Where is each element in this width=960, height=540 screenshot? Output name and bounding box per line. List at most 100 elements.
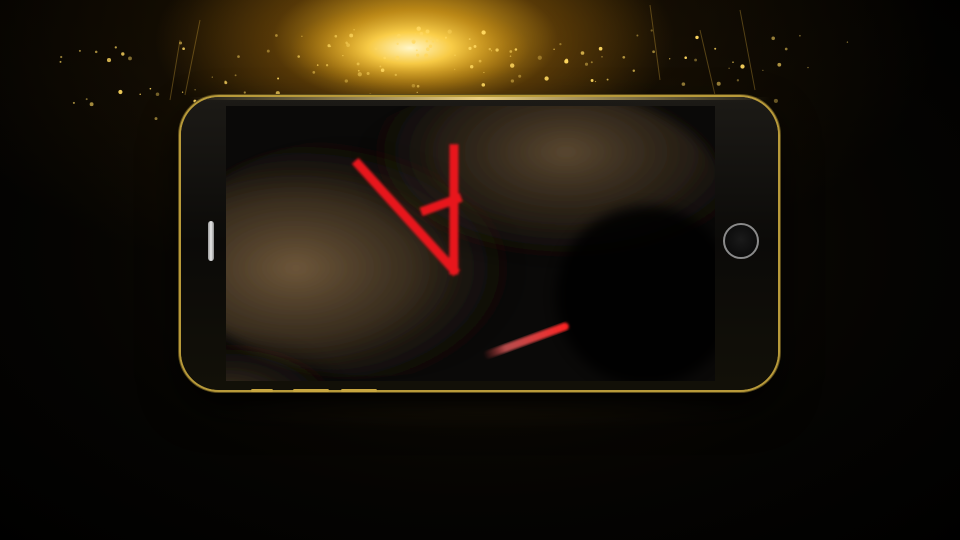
- gold-particle: [379, 65, 382, 68]
- gold-particle: [106, 58, 112, 63]
- gold-particle: [275, 91, 280, 96]
- gold-particle: [681, 82, 686, 86]
- gold-particle: [509, 50, 513, 53]
- gold-particle: [416, 91, 418, 94]
- gold-particle: [346, 43, 350, 47]
- gold-particle: [334, 34, 338, 38]
- gold-particle: [155, 92, 160, 96]
- gold-particle: [353, 29, 355, 31]
- gold-particle: [419, 31, 424, 36]
- gold-particle: [312, 71, 316, 74]
- gold-particle: [369, 93, 372, 96]
- gold-particle: [606, 78, 609, 81]
- gold-particle: [773, 98, 778, 103]
- gold-particle: [357, 72, 362, 77]
- gold-particle: [194, 89, 196, 91]
- gold-particle: [224, 81, 228, 85]
- gold-particle: [728, 67, 730, 70]
- gold-particle: [714, 47, 717, 50]
- gold-particle: [411, 84, 416, 88]
- gold-particle: [784, 47, 788, 51]
- gold-particle: [777, 62, 782, 67]
- gold-particle: [799, 34, 801, 37]
- gold-particle: [277, 77, 280, 80]
- gold-particle: [89, 102, 94, 107]
- gold-particle: [483, 71, 485, 74]
- gold-particle: [590, 79, 594, 82]
- gold-particle: [762, 69, 764, 71]
- gold-particle: [694, 58, 698, 62]
- gold-particle: [266, 49, 270, 53]
- gold-particle: [356, 62, 360, 66]
- gold-particle: [243, 91, 246, 94]
- gold-particle: [468, 38, 471, 41]
- gold-particle: [325, 64, 329, 67]
- gold-particle: [447, 29, 452, 34]
- gold-particle: [740, 64, 745, 69]
- gold-particle: [598, 46, 603, 51]
- gold-particle: [428, 44, 433, 48]
- gold-particle: [716, 81, 721, 86]
- gold-particle: [454, 68, 456, 71]
- gold-particle: [415, 49, 418, 52]
- gold-particle: [396, 42, 399, 45]
- side-button: [251, 389, 273, 392]
- gold-particle: [78, 49, 81, 52]
- gold-particle: [518, 74, 522, 78]
- gold-particle: [411, 39, 416, 44]
- gold-particle: [234, 74, 237, 77]
- volume-up-button: [293, 389, 329, 392]
- screen-video-frame: [226, 106, 715, 381]
- gold-particle: [684, 56, 687, 59]
- gold-particle: [584, 62, 589, 66]
- gold-particle: [510, 63, 515, 68]
- reflection-glow: [200, 392, 760, 432]
- gold-particle: [154, 117, 158, 121]
- gold-particle: [394, 73, 397, 77]
- gold-particle: [349, 33, 354, 38]
- gold-particle: [357, 69, 360, 72]
- gold-particle: [396, 33, 401, 39]
- gold-particle: [59, 60, 62, 63]
- gold-particle: [237, 55, 240, 58]
- gold-particle: [374, 47, 378, 51]
- gold-particle: [652, 50, 655, 54]
- gold-particle: [275, 34, 278, 37]
- gold-particle: [128, 56, 132, 61]
- gold-particle: [509, 55, 512, 58]
- gold-particle: [736, 79, 740, 82]
- gold-particle: [514, 48, 518, 51]
- gold-particle: [366, 71, 370, 76]
- gold-particle: [121, 52, 125, 56]
- gold-particle: [342, 55, 344, 57]
- gold-particle: [468, 46, 472, 50]
- gold-particle: [669, 58, 671, 60]
- gold-particle: [72, 101, 75, 104]
- gold-particle: [416, 26, 421, 31]
- volume-down-button: [341, 389, 377, 392]
- phone-edge-highlight: [189, 97, 770, 100]
- gold-particle: [94, 50, 98, 54]
- gold-particle: [297, 55, 300, 58]
- gold-particle: [344, 79, 348, 83]
- gold-particle: [118, 89, 123, 95]
- gold-particle: [559, 42, 562, 46]
- gold-particle: [429, 37, 432, 40]
- gold-particle: [416, 84, 420, 88]
- gold-particle: [426, 47, 430, 51]
- speaker-grille: [208, 221, 214, 261]
- gold-particle: [510, 79, 515, 83]
- gold-particle: [301, 35, 303, 37]
- scene-background: [0, 0, 960, 540]
- gold-particle: [383, 56, 386, 60]
- gold-particle: [182, 47, 185, 51]
- home-button[interactable]: [723, 223, 759, 259]
- gold-particle: [139, 93, 141, 96]
- gold-particle: [537, 55, 542, 60]
- gold-particle: [470, 65, 474, 69]
- gold-particle: [395, 55, 400, 60]
- phone-screen: [226, 106, 715, 381]
- gold-particle: [650, 29, 653, 32]
- smartphone: [181, 97, 778, 392]
- gold-particle: [695, 35, 699, 40]
